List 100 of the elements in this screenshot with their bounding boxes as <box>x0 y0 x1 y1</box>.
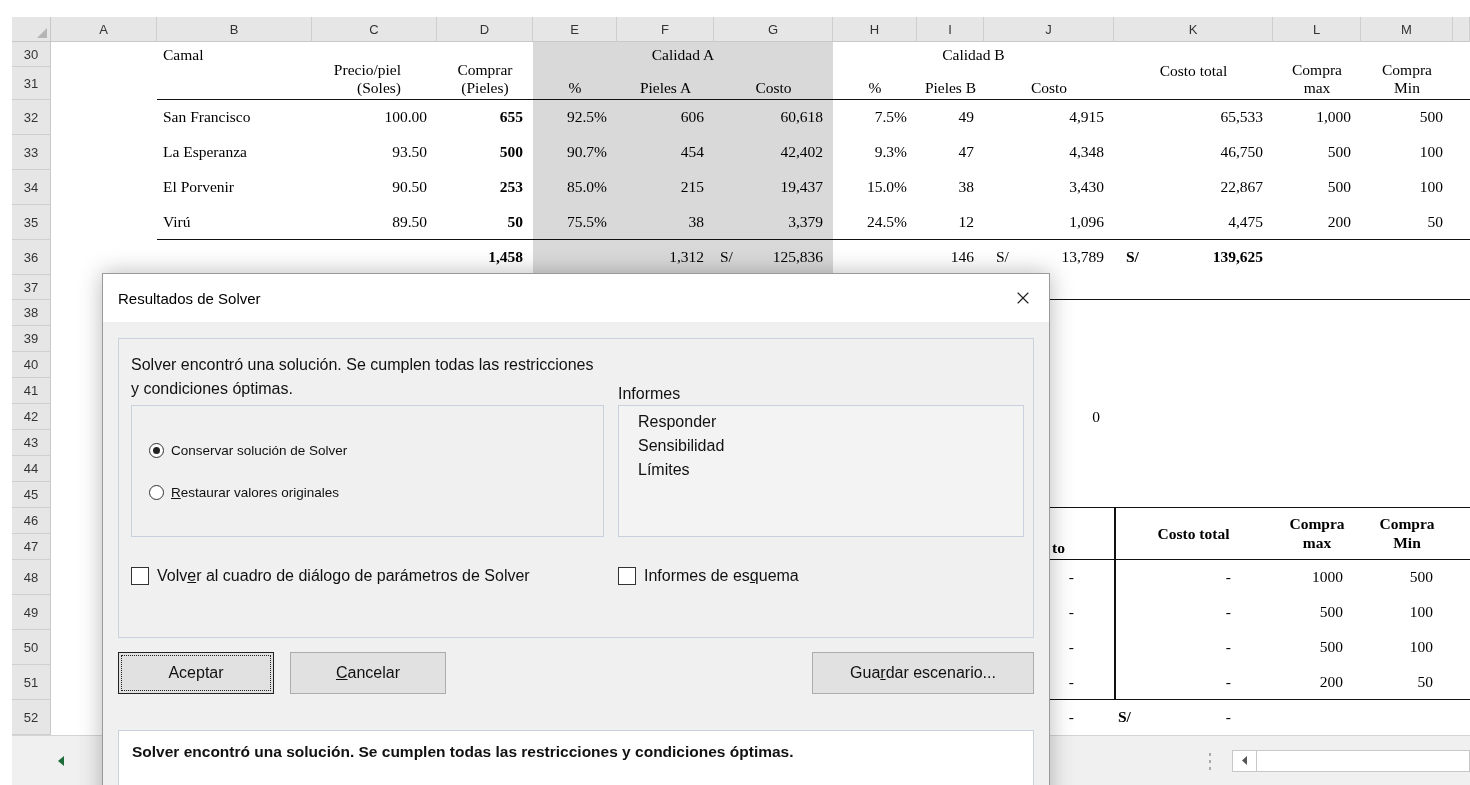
table-cell: 38 <box>688 213 704 232</box>
table-cell: 90.7% <box>566 143 607 162</box>
column-heading: Pieles A <box>639 79 692 98</box>
table-cell: 90.50 <box>392 178 427 197</box>
table-cell: 9.3% <box>874 143 907 162</box>
column-heading: Compra Min <box>1379 515 1435 553</box>
checkbox[interactable] <box>618 566 636 585</box>
row-number[interactable]: 45 <box>12 482 51 508</box>
checkbox-label[interactable]: Informes de esquema <box>644 565 799 586</box>
column-heading: Costo <box>1030 79 1068 98</box>
row-number[interactable]: 33 <box>12 135 51 170</box>
column-heading: Compra Min <box>1382 60 1432 98</box>
table-cell: 75.5% <box>566 213 607 232</box>
ok-button[interactable]: Aceptar <box>118 652 274 694</box>
table-cell: - <box>1225 708 1231 727</box>
table-cell: - <box>1225 568 1231 587</box>
table-cell: 1000 <box>1312 568 1343 587</box>
radio-label[interactable]: Conservar solución de Solver <box>171 442 348 458</box>
column-header[interactable]: I <box>917 17 984 42</box>
radio-button[interactable] <box>149 484 164 500</box>
row-number[interactable]: 52 <box>12 700 51 735</box>
row-number[interactable]: 46 <box>12 508 51 534</box>
scroll-left-icon[interactable] <box>58 755 64 766</box>
column-heading: Calidad B <box>942 46 1005 65</box>
row-number[interactable]: 43 <box>12 430 51 456</box>
column-heading: Compra max <box>1292 60 1342 98</box>
column-header[interactable]: H <box>833 17 917 42</box>
row-number[interactable]: 51 <box>12 665 51 700</box>
table-cell: 50 <box>507 213 523 232</box>
table-cell: 13,789 <box>1061 248 1104 267</box>
column-header[interactable]: B <box>157 17 312 42</box>
row-number[interactable]: 50 <box>12 630 51 665</box>
column-header[interactable]: A <box>51 17 157 42</box>
cancel-button[interactable]: Cancelar <box>290 652 446 694</box>
status-message: Solver encontró una solución. Se cumplen todas las restricciones y condiciones óptimas. <box>118 730 1034 785</box>
column-heading: Calidad A <box>651 46 715 65</box>
row-number[interactable]: 47 <box>12 534 51 560</box>
table-cell: Virú <box>163 213 191 232</box>
table-cell: 1,312 <box>669 248 704 267</box>
row-number[interactable]: 40 <box>12 352 51 378</box>
row-number[interactable]: 35 <box>12 205 51 240</box>
checkbox[interactable] <box>131 566 149 585</box>
grip-icon[interactable] <box>1208 751 1212 770</box>
row-number[interactable]: 38 <box>12 300 51 326</box>
row-number[interactable]: 30 <box>12 42 51 67</box>
radio-label[interactable]: Restaurar valores originales <box>171 484 340 500</box>
table-cell: - <box>1068 603 1074 622</box>
column-header[interactable]: J <box>984 17 1114 42</box>
table-cell: 500 <box>1419 108 1443 127</box>
column-header[interactable]: G <box>714 17 833 42</box>
row-number[interactable]: 37 <box>12 275 51 300</box>
row-number[interactable]: 48 <box>12 560 51 595</box>
column-heading: Compra max <box>1289 515 1345 553</box>
table-cell: 100 <box>1409 603 1433 622</box>
column-heading: % <box>568 79 582 98</box>
column-header[interactable]: M <box>1361 17 1453 42</box>
table-cell: 15.0% <box>866 178 907 197</box>
row-number[interactable]: 31 <box>12 67 51 100</box>
table-cell: 65,533 <box>1220 108 1263 127</box>
column-header[interactable]: L <box>1273 17 1361 42</box>
table-cell: 200 <box>1319 673 1343 692</box>
row-number[interactable]: 39 <box>12 326 51 352</box>
column-heading: Costo total <box>1159 61 1228 81</box>
list-item[interactable]: Sensibilidad <box>638 434 725 458</box>
table-cell: 50 <box>1417 673 1433 692</box>
row-number[interactable]: 44 <box>12 456 51 482</box>
radio-button[interactable] <box>149 442 164 458</box>
row-number[interactable]: 36 <box>12 240 51 275</box>
table-cell: - <box>1068 673 1074 692</box>
list-item[interactable]: Límites <box>638 458 690 482</box>
checkbox-label[interactable]: Volver al cuadro de diálogo de parámetros de Solver <box>157 565 557 586</box>
table-cell: 93.50 <box>392 143 427 162</box>
table-cell: 1,096 <box>1069 213 1104 232</box>
column-header[interactable]: F <box>617 17 714 42</box>
message-text: Solver encontró una solución. Se cumplen todas las restricciones y condiciones óptimas. <box>131 355 595 399</box>
row-number[interactable]: 41 <box>12 378 51 404</box>
row-number[interactable]: 34 <box>12 170 51 205</box>
table-cell: 46,750 <box>1220 143 1263 162</box>
column-header[interactable]: D <box>437 17 533 42</box>
row-number[interactable]: 32 <box>12 100 51 135</box>
column-heading: % <box>868 79 882 98</box>
column-heading: Pieles B <box>924 79 977 98</box>
save-scenario-button[interactable]: Guardar escenario... <box>812 652 1034 694</box>
row-number[interactable]: 42 <box>12 404 51 430</box>
column-heading: Precio/piel (Soles) <box>333 60 401 98</box>
table-cell: 100 <box>1419 178 1443 197</box>
table-cell: - <box>1068 708 1074 727</box>
table-cell: 500 <box>1319 638 1343 657</box>
caret-left-icon <box>1242 756 1247 765</box>
table-cell: El Porvenir <box>163 178 235 197</box>
column-heading: Costo total <box>1157 524 1230 544</box>
column-header[interactable]: C <box>312 17 437 42</box>
table-cell: 7.5% <box>874 108 907 127</box>
row-number[interactable]: 49 <box>12 595 51 630</box>
table-cell: 3,430 <box>1069 178 1104 197</box>
list-item[interactable]: Responder <box>638 410 717 434</box>
horizontal-scrollbar[interactable] <box>1232 749 1470 772</box>
table-cell: 22,867 <box>1220 178 1263 197</box>
column-header[interactable]: E <box>533 17 617 42</box>
column-header[interactable]: K <box>1114 17 1273 42</box>
